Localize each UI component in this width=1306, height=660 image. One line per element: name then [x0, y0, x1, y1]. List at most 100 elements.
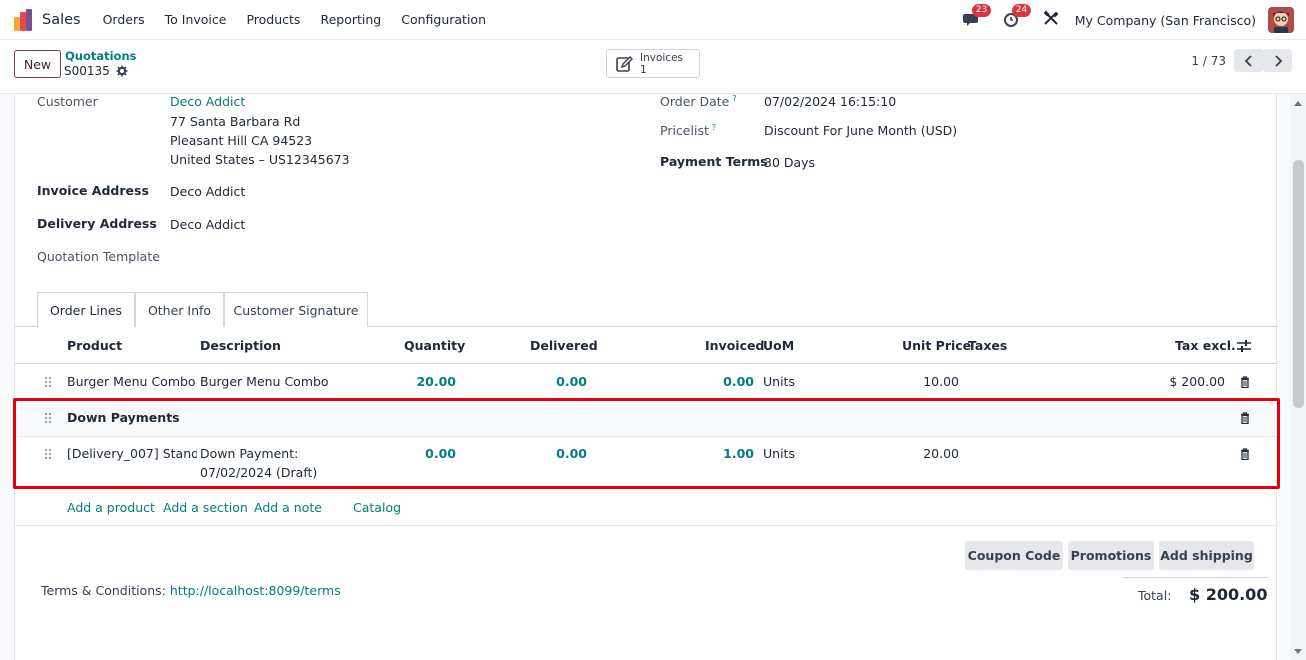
- add-product-link[interactable]: Add a product: [67, 500, 155, 515]
- line-invoiced[interactable]: 1.00: [675, 446, 754, 461]
- pricelist-field[interactable]: Discount For June Month (USD): [764, 123, 957, 138]
- line-uom[interactable]: Units: [763, 446, 795, 461]
- line-unit-price[interactable]: 20.00: [885, 446, 959, 461]
- line-quantity[interactable]: 20.00: [375, 374, 456, 389]
- terms-label: Terms & Conditions:: [41, 583, 166, 598]
- tab-other-info[interactable]: Other Info: [135, 292, 224, 327]
- delivery-address-label: Delivery Address: [37, 216, 157, 231]
- breadcrumb-quotations[interactable]: Quotations: [65, 49, 137, 63]
- debug-tools-button[interactable]: [1043, 10, 1063, 30]
- line-product[interactable]: [Delivery_007] Standar: [67, 446, 197, 461]
- header-tax-excl[interactable]: Tax excl.: [1175, 338, 1236, 353]
- line-delivered[interactable]: 0.00: [505, 446, 587, 461]
- trash-icon[interactable]: [1240, 448, 1250, 460]
- activities-badge: 24: [1011, 4, 1032, 17]
- customer-address-line3: United States – US12345673: [170, 152, 350, 167]
- line-product[interactable]: Burger Menu Combo: [67, 374, 196, 389]
- user-avatar[interactable]: [1268, 7, 1294, 33]
- delivery-address-field[interactable]: Deco Addict: [170, 217, 245, 232]
- chevron-left-icon: [1244, 54, 1252, 67]
- header-invoiced[interactable]: Invoiced: [705, 338, 764, 353]
- divider: [15, 525, 1278, 526]
- gear-icon[interactable]: [116, 65, 128, 77]
- quotation-template-label: Quotation Template: [37, 249, 160, 264]
- form-sheet: Customer Deco Addict 77 Santa Barbara Rd…: [13, 94, 1280, 660]
- payment-terms-field[interactable]: 30 Days: [764, 155, 815, 170]
- order-date-label: Order Date?: [660, 94, 737, 109]
- header-taxes[interactable]: Taxes: [968, 338, 1007, 353]
- control-panel: New Quotations S00135 Invoices 1 1 / 73: [0, 40, 1306, 94]
- order-date-field[interactable]: 07/02/2024 16:15:10: [764, 94, 896, 109]
- scroll-down-icon[interactable]: [1293, 648, 1303, 656]
- customer-field[interactable]: Deco Addict: [170, 94, 245, 109]
- header-delivered[interactable]: Delivered: [530, 338, 598, 353]
- menu-products[interactable]: Products: [246, 12, 300, 27]
- header-product[interactable]: Product: [67, 338, 122, 353]
- header-uom[interactable]: UoM: [763, 338, 794, 353]
- line-description-line2[interactable]: 07/02/2024 (Draft): [200, 465, 317, 480]
- line-delivered[interactable]: 0.00: [505, 374, 587, 389]
- line-subtotal: $ 200.00: [1169, 374, 1225, 389]
- drag-handle-icon[interactable]: [44, 448, 52, 460]
- invoices-smart-button[interactable]: Invoices 1: [606, 49, 700, 78]
- add-section-link[interactable]: Add a section: [163, 500, 248, 515]
- drag-handle-icon[interactable]: [44, 412, 52, 424]
- line-uom[interactable]: Units: [763, 374, 795, 389]
- promotions-button[interactable]: Promotions: [1068, 541, 1154, 570]
- drag-handle-icon[interactable]: [44, 376, 52, 388]
- pager-value[interactable]: 1 / 73: [1191, 54, 1226, 68]
- total-label: Total:: [1138, 588, 1172, 603]
- invoice-edit-icon: [616, 55, 633, 72]
- customer-address-line2: Pleasant Hill CA 94523: [170, 133, 313, 148]
- line-unit-price[interactable]: 10.00: [885, 374, 959, 389]
- terms-link[interactable]: http://localhost:8099/terms: [170, 583, 341, 598]
- coupon-code-button[interactable]: Coupon Code: [965, 541, 1063, 570]
- pager-next-button[interactable]: [1263, 49, 1292, 72]
- smart-button-count: 1: [640, 63, 647, 76]
- sales-app-icon[interactable]: [12, 8, 34, 31]
- table-row[interactable]: [Delivery_007] Standar Down Payment: 07/…: [15, 437, 1278, 487]
- section-row[interactable]: Down Payments: [15, 400, 1278, 437]
- app-name[interactable]: Sales: [42, 12, 81, 28]
- menu-orders[interactable]: Orders: [103, 12, 145, 27]
- section-title[interactable]: Down Payments: [67, 410, 180, 425]
- activities-button[interactable]: 24: [1003, 4, 1032, 30]
- company-switcher[interactable]: My Company (San Francisco): [1075, 13, 1256, 28]
- total-value: $ 200.00: [1189, 585, 1268, 604]
- tab-order-lines[interactable]: Order Lines: [37, 292, 135, 328]
- menu-reporting[interactable]: Reporting: [320, 12, 381, 27]
- chevron-right-icon: [1274, 54, 1282, 67]
- top-navbar: Sales Orders To Invoice Products Reporti…: [0, 0, 1306, 40]
- line-invoiced[interactable]: 0.00: [675, 374, 754, 389]
- messages-button[interactable]: 23: [962, 4, 992, 30]
- new-button[interactable]: New: [14, 50, 61, 78]
- line-description[interactable]: Burger Menu Combo: [200, 374, 329, 389]
- pager-previous-button[interactable]: [1234, 49, 1263, 72]
- terms-and-conditions: Terms & Conditions: http://localhost:809…: [41, 583, 341, 598]
- trash-icon[interactable]: [1240, 412, 1250, 424]
- pricelist-help[interactable]: ?: [712, 123, 716, 132]
- scroll-up-icon[interactable]: [1293, 99, 1303, 107]
- total-divider: [1123, 577, 1268, 578]
- customer-label: Customer: [37, 94, 98, 109]
- table-row[interactable]: Burger Menu Combo Burger Menu Combo 20.0…: [15, 364, 1278, 400]
- menu-configuration[interactable]: Configuration: [401, 12, 486, 27]
- column-settings-icon[interactable]: [1237, 340, 1251, 352]
- catalog-link[interactable]: Catalog: [353, 500, 401, 515]
- invoice-address-field[interactable]: Deco Addict: [170, 184, 245, 199]
- add-note-link[interactable]: Add a note: [254, 500, 322, 515]
- order-date-help[interactable]: ?: [732, 94, 736, 103]
- menu-to-invoice[interactable]: To Invoice: [165, 12, 227, 27]
- header-quantity[interactable]: Quantity: [404, 338, 465, 353]
- record-reference: S00135: [64, 64, 110, 78]
- scrollbar-thumb[interactable]: [1293, 160, 1304, 408]
- trash-icon[interactable]: [1240, 376, 1250, 388]
- header-unit-price[interactable]: Unit Price: [902, 338, 971, 353]
- messages-badge: 23: [971, 4, 992, 17]
- add-shipping-button[interactable]: Add shipping: [1159, 541, 1254, 570]
- line-quantity[interactable]: 0.00: [375, 446, 456, 461]
- header-description[interactable]: Description: [200, 338, 281, 353]
- tools-icon: [1043, 10, 1059, 25]
- line-description-line1[interactable]: Down Payment:: [200, 446, 298, 461]
- tab-customer-signature[interactable]: Customer Signature: [224, 292, 368, 327]
